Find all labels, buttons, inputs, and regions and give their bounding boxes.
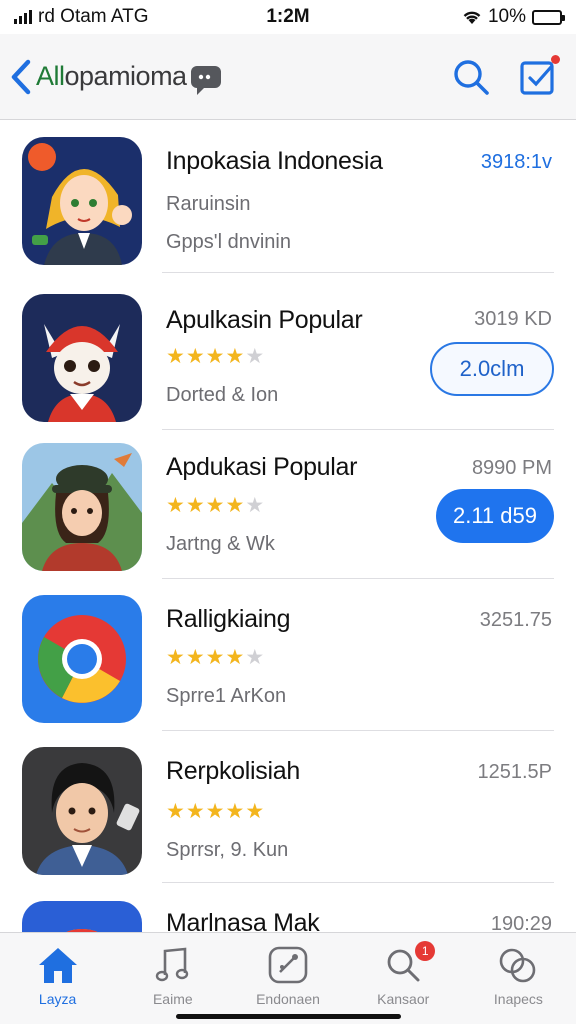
app-list: Inpokasia Indonesia Raruinsin Gpps'l dnv… [0, 121, 576, 933]
star-icon: ★ [205, 646, 226, 669]
star-icon: ★ [245, 494, 266, 517]
app-line1: Raruinsin [166, 193, 251, 215]
app-size: 1251.5P [477, 761, 552, 783]
colorful-app-icon [22, 901, 142, 933]
explore-icon [268, 946, 308, 984]
back-chevron-icon [11, 59, 31, 94]
home-indicator [176, 1014, 401, 1019]
tab-label: Inapecs [493, 991, 543, 1007]
rating-stars: ★★★★★ [166, 493, 265, 518]
page-title-rest: opamioma [64, 61, 188, 91]
page-title: Allopamioma [36, 61, 187, 92]
chat-bubble-icon [189, 62, 225, 95]
circles-icon [500, 948, 536, 983]
compose-button[interactable] [520, 54, 560, 95]
boy-portrait-icon [22, 747, 142, 875]
app-line2: Sprrsr, 9. Kun [166, 839, 289, 861]
page-title-accent: All [36, 61, 65, 91]
star-icon: ★ [225, 646, 246, 669]
tab-layza[interactable]: Layza [0, 933, 115, 1024]
app-name: Rerpkolisiah [166, 757, 300, 785]
app-size: 190:29 [490, 913, 552, 933]
app-line2: Gpps'l dnvinin [166, 231, 291, 253]
rating-stars: ★★★★★ [166, 645, 265, 670]
rating-stars: ★★★★★ [166, 344, 265, 369]
app-size: 3251.75 [479, 609, 552, 631]
list-item[interactable]: Ralligkiaing ★★★★★ Sprre1 ArKon 3251.75 [0, 579, 576, 731]
star-icon: ★ [245, 345, 266, 368]
star-icon: ★ [225, 800, 246, 823]
search-button[interactable] [452, 58, 490, 96]
app-name: Ralligkiaing [166, 605, 291, 633]
app-line2: Sprre1 ArKon [166, 685, 287, 707]
carrier-label: rd Otam ATG [38, 6, 149, 27]
app-name: Apdukasi Popular [166, 453, 358, 481]
app-line2: Dorted & Ion [166, 384, 279, 406]
star-icon: ★ [205, 800, 226, 823]
tab-endonaen[interactable]: Endonaen [230, 933, 345, 1024]
app-line2: Jartng & Wk [166, 533, 275, 555]
divider [162, 272, 554, 273]
rating-stars: ★★★★★ [166, 799, 265, 824]
list-item[interactable]: Apdukasi Popular ★★★★★ Jartng & Wk 8990 … [0, 427, 576, 579]
star-icon: ★ [225, 345, 246, 368]
star-icon: ★ [245, 800, 266, 823]
tab-bar: Layza Eaime Endonaen 1 Kansaor Inapecs [0, 932, 576, 1024]
tab-label: Layza [38, 991, 77, 1007]
tab-label: Endonaen [256, 991, 320, 1007]
app-name: Apulkasin Popular [166, 306, 363, 334]
home-icon [38, 948, 77, 983]
search-icon [454, 59, 489, 95]
wifi-icon [463, 11, 481, 24]
app-size: 3019 KD [474, 308, 552, 330]
app-size: 8990 PM [471, 457, 552, 479]
fox-character-icon [22, 294, 142, 422]
compose-icon [520, 60, 554, 95]
tab-inapecs[interactable]: Inapecs [461, 933, 576, 1024]
list-item[interactable]: Marlnasa Mak 190:29 [0, 885, 576, 933]
star-icon: ★ [166, 800, 186, 823]
star-icon: ★ [166, 494, 186, 517]
list-item[interactable]: Rerpkolisiah ★★★★★ Sprrsr, 9. Kun 1251.5… [0, 731, 576, 883]
app-size: 3918:1v [480, 151, 552, 173]
star-icon: ★ [185, 345, 206, 368]
battery-percent: 10% [487, 6, 526, 27]
nav-bar: Allopamioma [0, 34, 576, 120]
back-button[interactable] [8, 57, 34, 97]
star-icon: ★ [185, 800, 206, 823]
battery-icon [532, 9, 565, 25]
chrome-icon [22, 595, 142, 723]
star-icon: ★ [205, 345, 226, 368]
anime-girl-icon [22, 137, 142, 265]
tab-badge: 1 [415, 941, 436, 961]
star-icon: ★ [166, 345, 186, 368]
list-item[interactable]: Apulkasin Popular ★★★★★ Dorted & Ion 301… [0, 278, 576, 430]
star-icon: ★ [166, 646, 186, 669]
notification-dot [551, 54, 560, 64]
star-icon: ★ [245, 646, 266, 669]
app-name: Marlnasa Mak [166, 909, 320, 933]
get-button[interactable]: 2.0clm [430, 342, 554, 396]
star-icon: ★ [225, 494, 246, 517]
app-name: Inpokasia Indonesia [166, 147, 383, 175]
tab-label: Eaime [152, 991, 193, 1007]
music-icon [155, 947, 188, 982]
girl-hat-icon [22, 443, 142, 571]
get-button[interactable]: 2.11 d59 [436, 489, 554, 543]
star-icon: ★ [205, 494, 226, 517]
signal-icon [14, 10, 32, 24]
tab-eaime[interactable]: Eaime [115, 933, 230, 1024]
status-bar: rd Otam ATG 1:2M 10% [0, 0, 576, 34]
tab-kansaor[interactable]: 1 Kansaor [346, 933, 461, 1024]
divider [162, 882, 554, 883]
star-icon: ★ [185, 494, 206, 517]
tab-label: Kansaor [377, 991, 430, 1007]
list-item[interactable]: Inpokasia Indonesia Raruinsin Gpps'l dnv… [0, 121, 576, 273]
star-icon: ★ [185, 646, 206, 669]
